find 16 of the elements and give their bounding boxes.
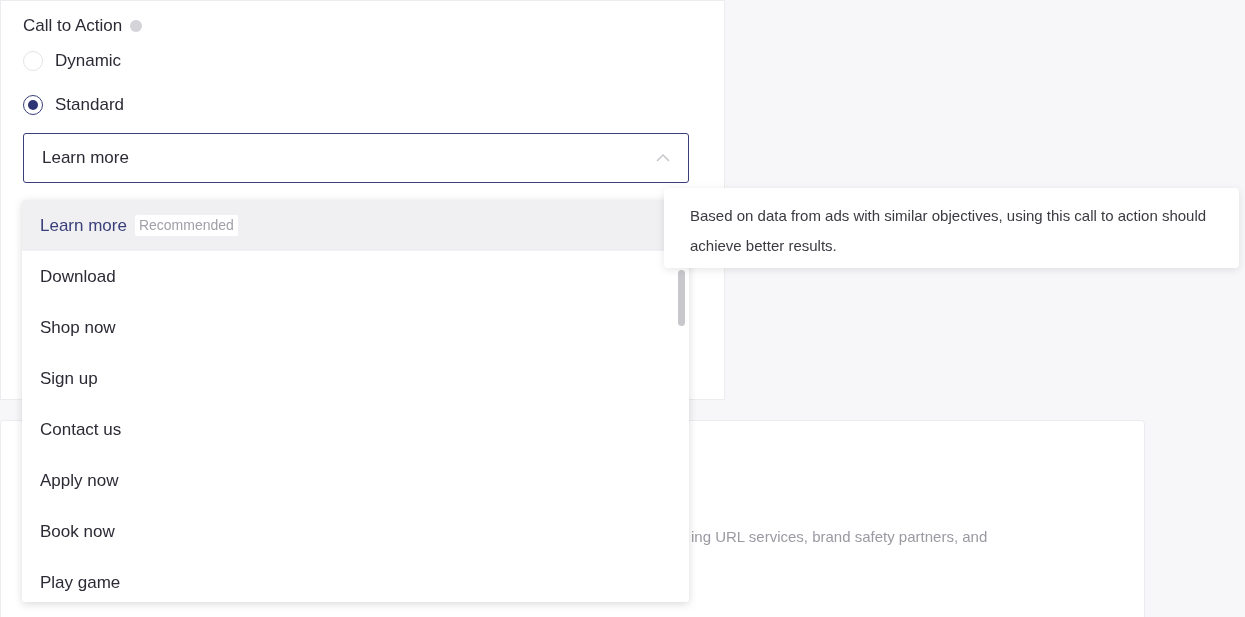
info-icon	[130, 20, 143, 32]
field-label: Call to Action	[23, 15, 123, 38]
scrollbar	[678, 270, 685, 326]
select-field[interactable]: Learn more	[23, 133, 689, 183]
radio-label: Standard	[55, 94, 124, 117]
menu-item[interactable]: Contact us	[22, 404, 689, 455]
radio-label: Dynamic	[55, 50, 122, 73]
menu-item[interactable]: Play game	[22, 557, 689, 602]
menu-item[interactable]: Book now	[22, 506, 689, 557]
tooltip: Based on data from ads with similar objectives, using this call to action should achieve better results.	[664, 188, 1239, 268]
menu-item[interactable]: Shop now	[22, 302, 689, 353]
description-text: ing URL services, brand safety partners, and	[691, 528, 988, 545]
menu-item[interactable]: Apply now	[22, 455, 689, 506]
recommended-badge: Recommended	[134, 215, 238, 236]
menu-item[interactable]: Sign up	[22, 353, 689, 404]
chevron-icon	[656, 154, 670, 162]
